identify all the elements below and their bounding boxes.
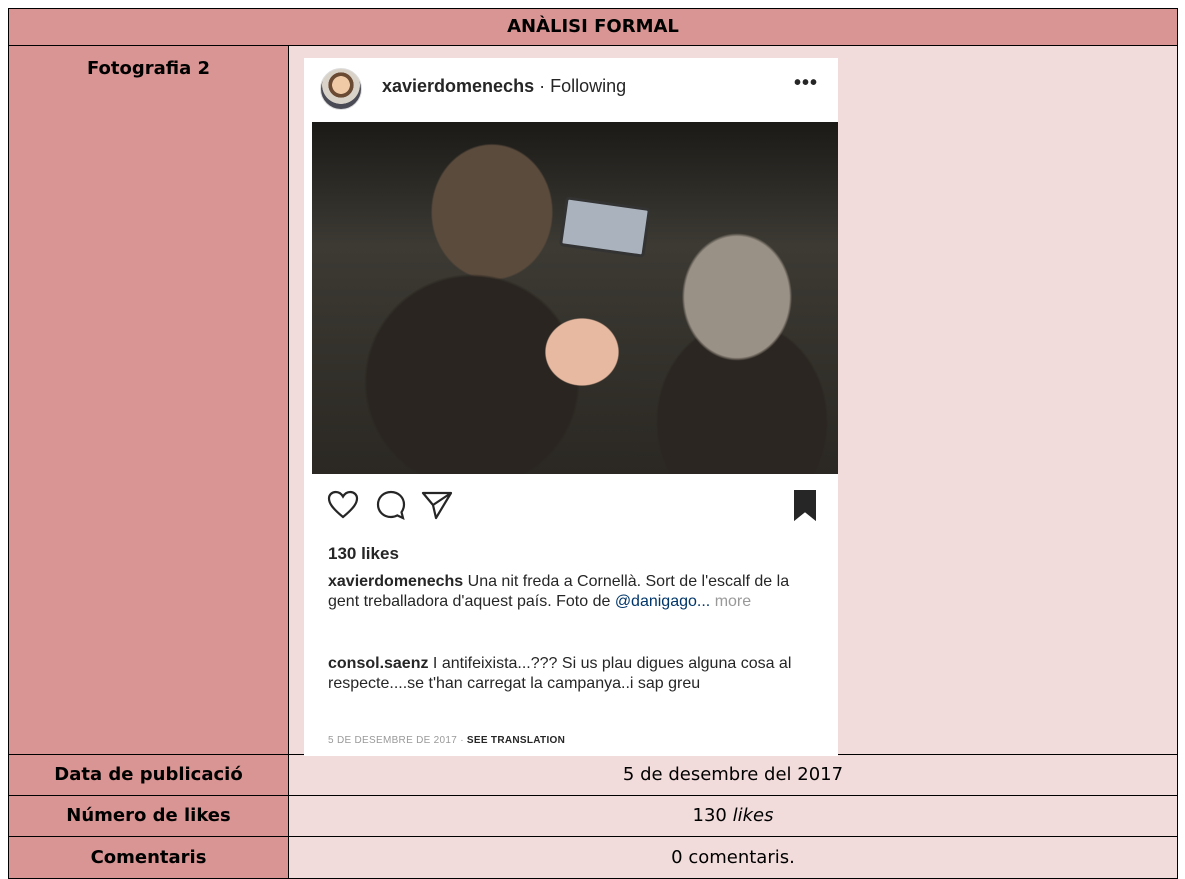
photo-label-cell: Fotografia 2 (8, 45, 289, 755)
post-caption: xavierdomenechs Una nit freda a Cornellà… (328, 572, 818, 612)
post-actions (304, 488, 838, 532)
likes-value-cell: 130 likes (288, 795, 1178, 837)
likes-label-cell: Número de likes (8, 795, 289, 837)
post-photo (312, 122, 838, 474)
comment-icon[interactable] (374, 488, 408, 527)
bookmark-icon[interactable] (792, 488, 818, 527)
post-comment: consol.saenz I antifeixista...??? Si us … (328, 654, 818, 694)
more-options-icon[interactable]: ••• (794, 72, 818, 95)
share-icon[interactable] (420, 488, 454, 527)
follow-state[interactable]: Following (550, 76, 626, 96)
photo-label: Fotografia 2 (86, 58, 211, 79)
comment-user[interactable]: consol.saenz (328, 655, 428, 672)
likes-word: likes (732, 805, 774, 826)
see-translation-link[interactable]: SEE TRANSLATION (467, 735, 565, 746)
date-value-cell: 5 de desembre del 2017 (288, 754, 1178, 796)
post-date-line: 5 DE DESEMBRE DE 2017 · SEE TRANSLATION (328, 735, 565, 746)
caption-ellipsis: ... (696, 593, 711, 610)
likes-label: Número de likes (66, 805, 231, 826)
instagram-post: xavierdomenechs · Following ••• 130 like… (304, 58, 838, 756)
post-header: xavierdomenechs · Following ••• (304, 58, 838, 122)
caption-more-link[interactable]: more (710, 593, 751, 610)
phone-in-photo (558, 196, 652, 258)
avatar[interactable] (320, 68, 362, 110)
likes-number: 130 (692, 805, 733, 826)
account-name[interactable]: xavierdomenechs (382, 76, 534, 96)
post-likes[interactable]: 130 likes (328, 544, 399, 564)
comments-label-cell: Comentaris (8, 836, 289, 879)
comments-value: 0 comentaris. (671, 847, 795, 868)
date-value: 5 de desembre del 2017 (622, 764, 844, 785)
comments-label: Comentaris (90, 847, 207, 868)
table-title: ANÀLISI FORMAL (507, 16, 679, 37)
table-header: ANÀLISI FORMAL (8, 8, 1178, 46)
comments-value-cell: 0 comentaris. (288, 836, 1178, 879)
heart-icon[interactable] (326, 488, 360, 527)
date-label: Data de publicació (54, 764, 243, 785)
post-date: 5 DE DESEMBRE DE 2017 · (328, 735, 467, 746)
caption-mention[interactable]: @danigago (615, 593, 697, 610)
date-label-cell: Data de publicació (8, 754, 289, 796)
caption-user[interactable]: xavierdomenechs (328, 573, 463, 590)
post-account-line: xavierdomenechs · Following (382, 76, 627, 96)
